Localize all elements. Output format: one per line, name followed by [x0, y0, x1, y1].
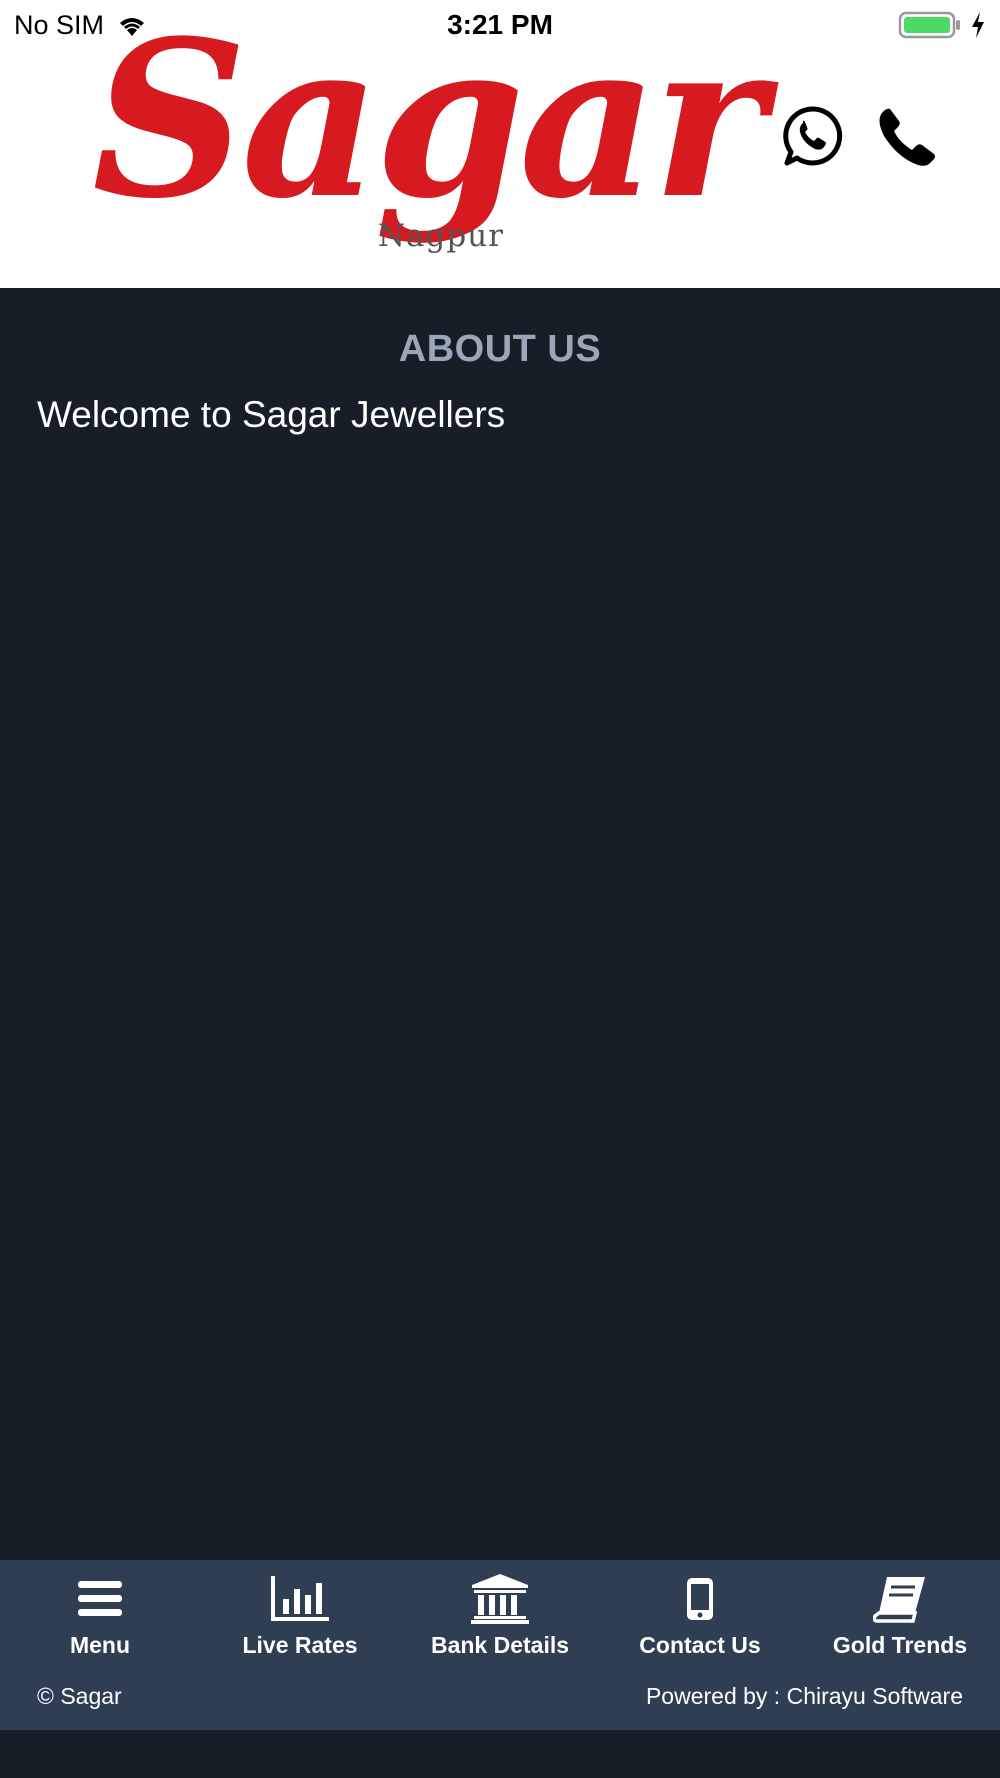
nav-item-gold-trends[interactable]: Gold Trends — [800, 1560, 1000, 1670]
bottom-navigation: Menu Live Rates Bank Details Contact Us … — [0, 1560, 1000, 1730]
nav-label-live-rates: Live Rates — [242, 1632, 358, 1658]
nav-item-live-rates[interactable]: Live Rates — [200, 1560, 400, 1670]
logo-subtitle: Nagpur — [377, 218, 504, 254]
page-title: ABOUT US — [398, 328, 602, 370]
whatsapp-button[interactable] — [780, 104, 846, 170]
battery-icon — [898, 11, 960, 39]
nav-label-menu: Menu — [69, 1632, 131, 1658]
status-bar: No SIM 3:21 PM — [0, 0, 1000, 50]
menu-icon — [78, 1581, 122, 1616]
carrier-label: No SIM — [14, 9, 105, 40]
welcome-text: Welcome to Sagar Jewellers — [37, 394, 506, 435]
footer: © Sagar Powered by : Chirayu Software — [0, 1670, 1000, 1722]
call-button[interactable] — [874, 104, 940, 170]
wifi-icon — [120, 18, 145, 36]
nav-item-menu[interactable]: Menu — [0, 1560, 200, 1670]
bar-chart-icon — [271, 1576, 329, 1621]
nav-item-bank-details[interactable]: Bank Details — [400, 1560, 600, 1670]
powered-by-link[interactable]: Powered by : Chirayu Software — [646, 1683, 963, 1710]
header-actions — [780, 104, 940, 170]
book-icon — [873, 1577, 925, 1623]
copyright-text: © Sagar — [37, 1682, 122, 1709]
nav-label-bank-details: Bank Details — [430, 1632, 570, 1658]
whatsapp-icon — [783, 106, 843, 166]
mobile-phone-icon — [687, 1578, 713, 1620]
nav-item-contact-us[interactable]: Contact Us — [600, 1560, 800, 1670]
phone-icon — [879, 108, 935, 166]
app-screen: Sagar Nagpur No SIM 3:21 PM ABOUT US Wel… — [0, 0, 1000, 1778]
about-content: ABOUT US Welcome to Sagar Jewellers — [0, 288, 1000, 1560]
nav-label-contact-us: Contact Us — [639, 1632, 761, 1658]
charging-icon — [972, 12, 984, 38]
nav-label-gold-trends: Gold Trends — [832, 1632, 968, 1658]
bank-icon — [471, 1574, 529, 1624]
